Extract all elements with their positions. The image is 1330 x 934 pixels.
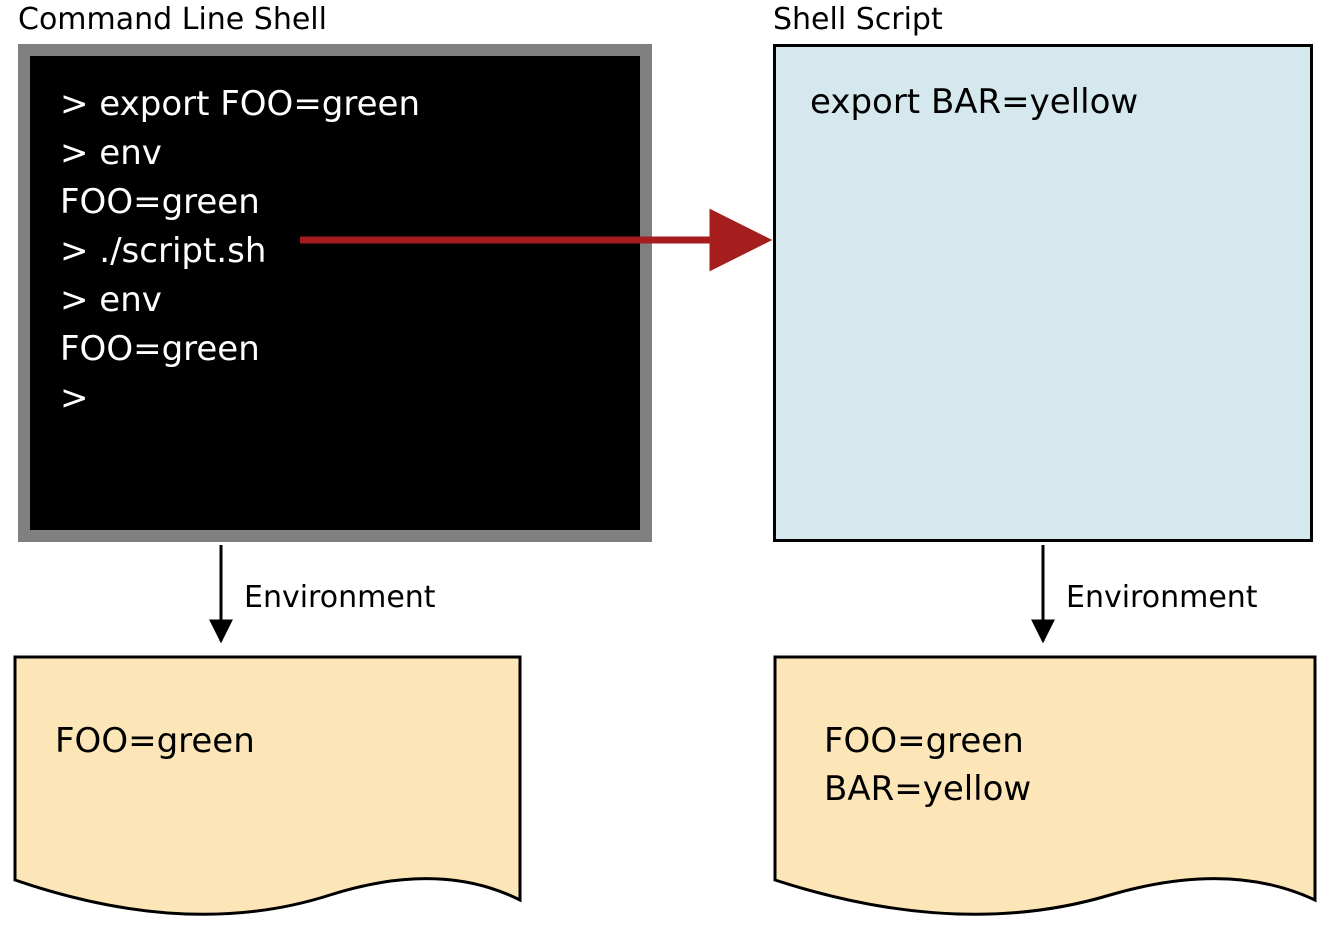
script-title: Shell Script bbox=[773, 2, 943, 37]
env-var-line: BAR=yellow bbox=[824, 766, 1031, 814]
env-page-left bbox=[15, 657, 520, 914]
terminal-line: > bbox=[60, 374, 610, 423]
env-label-right: Environment bbox=[1066, 580, 1258, 615]
terminal-line: > env bbox=[60, 276, 610, 325]
terminal-window: > export FOO=green > env FOO=green > ./s… bbox=[18, 44, 652, 542]
env-right-contents: FOO=green BAR=yellow bbox=[824, 718, 1031, 813]
env-var-line: FOO=green bbox=[824, 718, 1031, 766]
script-window: export BAR=yellow bbox=[773, 44, 1313, 542]
env-left-contents: FOO=green bbox=[55, 718, 255, 766]
terminal-line: > env bbox=[60, 129, 610, 178]
terminal-line: > export FOO=green bbox=[60, 80, 610, 129]
script-line: export BAR=yellow bbox=[810, 79, 1276, 127]
env-label-left: Environment bbox=[244, 580, 436, 615]
terminal-line: > ./script.sh bbox=[60, 227, 610, 276]
terminal-line: FOO=green bbox=[60, 178, 610, 227]
terminal-line: FOO=green bbox=[60, 325, 610, 374]
terminal-title: Command Line Shell bbox=[18, 2, 327, 37]
env-var-line: FOO=green bbox=[55, 718, 255, 766]
